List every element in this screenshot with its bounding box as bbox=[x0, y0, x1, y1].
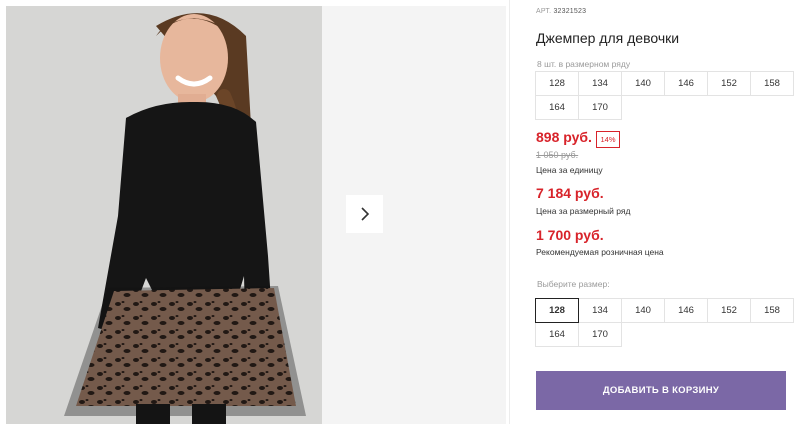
size-option[interactable]: 170 bbox=[578, 322, 622, 347]
pack-size-cell: 170 bbox=[578, 95, 622, 120]
product-photo-illustration bbox=[6, 6, 322, 424]
pack-hint: 8 шт. в размерном ряду bbox=[537, 59, 631, 69]
size-option[interactable]: 146 bbox=[664, 298, 708, 323]
size-selector: 128 134 140 146 152 158 164 170 bbox=[535, 298, 794, 347]
retail-price-label: Рекомендуемая розничная цена bbox=[536, 247, 664, 257]
pack-size-cell: 128 bbox=[535, 71, 579, 96]
size-option[interactable]: 164 bbox=[535, 322, 579, 347]
pack-price-label: Цена за размерный ряд bbox=[536, 206, 631, 216]
size-option[interactable]: 152 bbox=[707, 298, 751, 323]
pack-price: 7 184 руб. bbox=[536, 185, 604, 201]
unit-price-label: Цена за единицу bbox=[536, 165, 603, 175]
size-option-selected[interactable]: 128 bbox=[535, 298, 579, 323]
article-label: АРТ. bbox=[536, 8, 552, 15]
pack-size-cell: 152 bbox=[707, 71, 751, 96]
product-title: Джемпер для девочки bbox=[536, 30, 680, 46]
retail-price: 1 700 руб. bbox=[536, 227, 604, 243]
article-number: АРТ. 32321523 bbox=[536, 8, 586, 15]
size-option[interactable]: 134 bbox=[578, 298, 622, 323]
pack-size-cell: 146 bbox=[664, 71, 708, 96]
gallery-divider bbox=[509, 0, 510, 424]
size-option[interactable]: 140 bbox=[621, 298, 665, 323]
article-value: 32321523 bbox=[553, 8, 587, 15]
chevron-right-icon bbox=[360, 207, 369, 221]
discount-badge: 14% bbox=[596, 131, 620, 148]
pack-size-cell: 158 bbox=[750, 71, 794, 96]
size-option[interactable]: 158 bbox=[750, 298, 794, 323]
old-price: 1 050 руб. bbox=[536, 150, 579, 160]
pack-size-grid: 128 134 140 146 152 158 164 170 bbox=[535, 71, 794, 120]
gallery-next-button[interactable] bbox=[346, 195, 383, 233]
product-photo[interactable] bbox=[6, 6, 322, 424]
add-to-cart-button[interactable]: ДОБАВИТЬ В КОРЗИНУ bbox=[536, 371, 786, 410]
choose-size-label: Выберите размер: bbox=[537, 279, 610, 289]
pack-size-cell: 140 bbox=[621, 71, 665, 96]
pack-size-cell: 134 bbox=[578, 71, 622, 96]
unit-price: 898 руб. bbox=[536, 129, 592, 145]
pack-size-cell: 164 bbox=[535, 95, 579, 120]
